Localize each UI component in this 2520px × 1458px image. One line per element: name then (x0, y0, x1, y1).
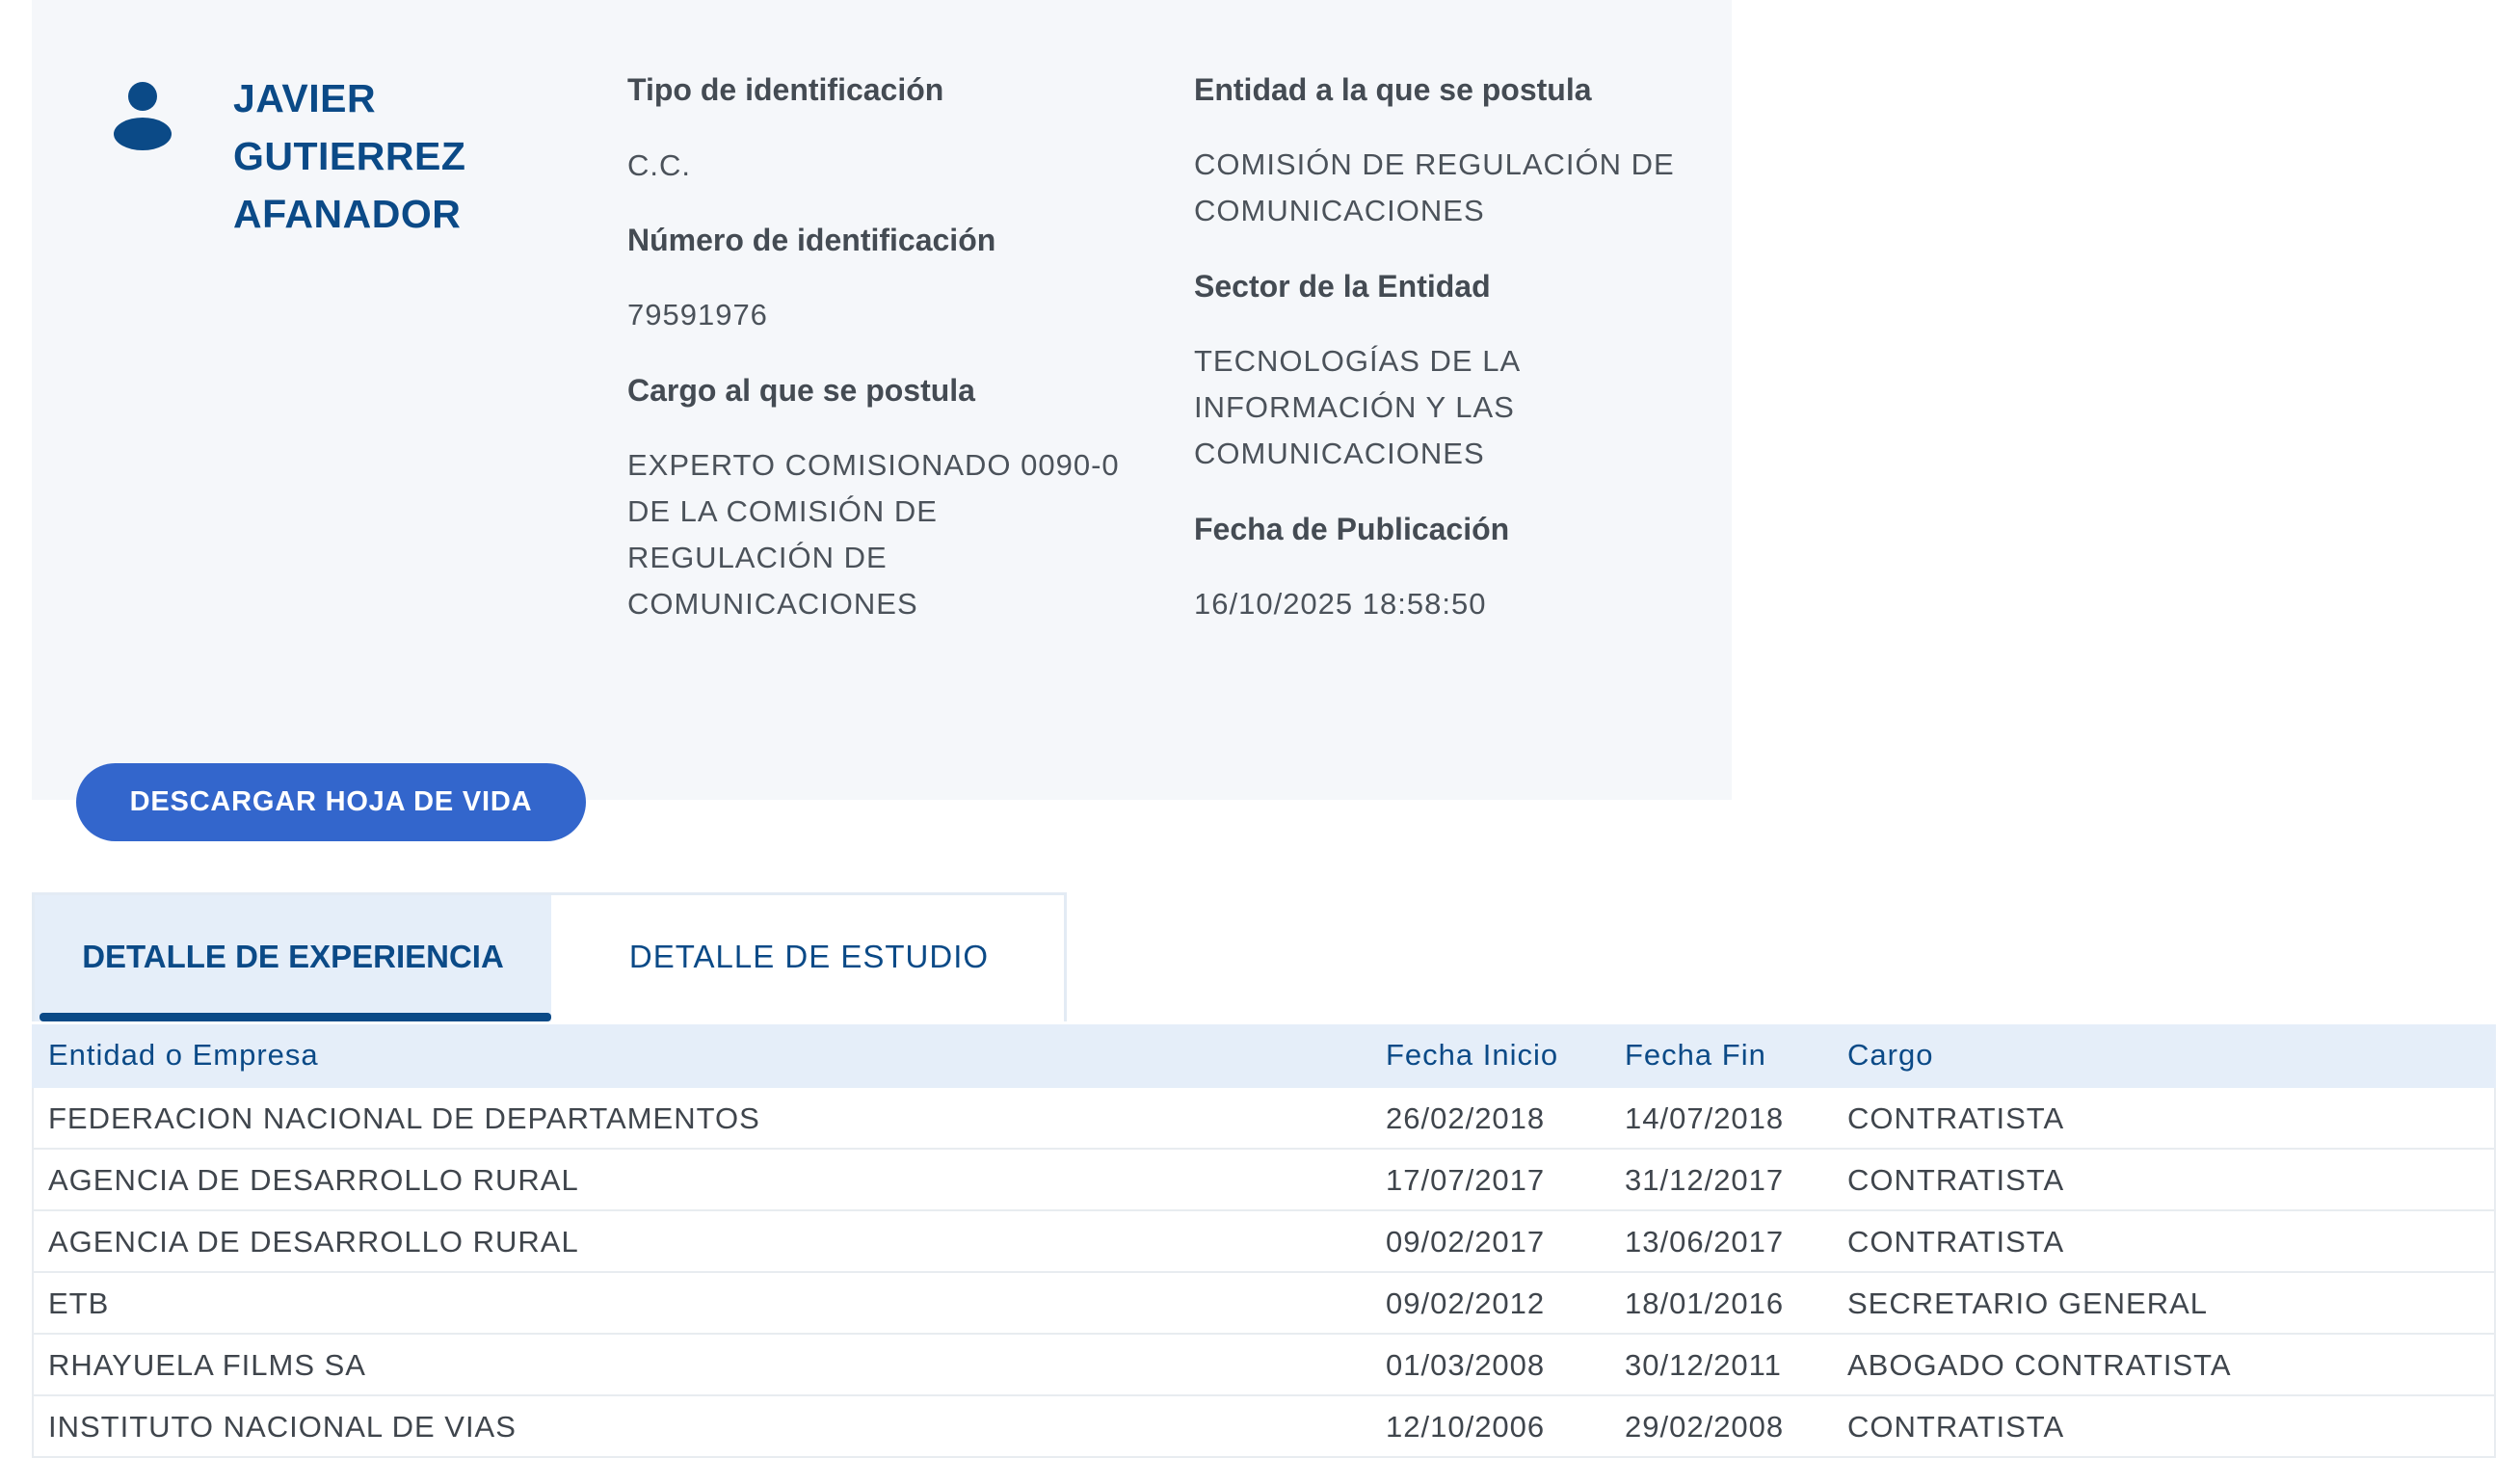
cell-entidad: INSTITUTO NACIONAL DE VIAS (48, 1410, 517, 1444)
table-row: AGENCIA DE DESARROLLO RURAL 17/07/2017 3… (32, 1150, 2496, 1211)
tipo-id-label: Tipo de identificación (627, 72, 944, 107)
name-line: AFANADOR (233, 192, 462, 236)
cell-fecha-inicio: 09/02/2012 (1386, 1286, 1546, 1320)
cell-entidad: AGENCIA DE DESARROLLO RURAL (48, 1225, 579, 1259)
fecha-pub-value: 16/10/2025 18:58:50 (1194, 587, 1487, 621)
sector-line: INFORMACIÓN Y LAS (1194, 390, 1515, 424)
numero-id-value: 79591976 (627, 298, 768, 331)
table-row: RHAYUELA FILMS SA 01/03/2008 30/12/2011 … (32, 1335, 2496, 1396)
cell-fecha-fin: 14/07/2018 (1625, 1101, 1785, 1135)
cargo-line: REGULACIÓN DE (627, 541, 888, 574)
candidate-card: JAVIER GUTIERREZ AFANADOR Tipo de identi… (32, 0, 1732, 800)
download-cv-button[interactable]: DESCARGAR HOJA DE VIDA (76, 763, 586, 841)
cell-cargo: CONTRATISTA (1847, 1410, 2065, 1444)
table-row: AGENCIA DE DESARROLLO RURAL 09/02/2017 1… (32, 1211, 2496, 1273)
entidad-line: COMUNICACIONES (1194, 194, 1485, 227)
cargo-label: Cargo al que se postula (627, 373, 975, 408)
header-cargo: Cargo (1847, 1038, 1934, 1072)
table-row: ETB 09/02/2012 18/01/2016 SECRETARIO GEN… (32, 1273, 2496, 1335)
cell-fecha-fin: 31/12/2017 (1625, 1163, 1785, 1197)
header-fecha-fin: Fecha Fin (1625, 1038, 1766, 1072)
fecha-pub-label: Fecha de Publicación (1194, 512, 1510, 546)
cell-entidad: FEDERACION NACIONAL DE DEPARTAMENTOS (48, 1101, 760, 1135)
cell-fecha-fin: 13/06/2017 (1625, 1225, 1785, 1259)
cell-fecha-inicio: 17/07/2017 (1386, 1163, 1546, 1197)
cell-fecha-inicio: 09/02/2017 (1386, 1225, 1546, 1259)
cell-entidad: AGENCIA DE DESARROLLO RURAL (48, 1163, 579, 1197)
entidad-value: COMISIÓN DE REGULACIÓN DE COMUNICACIONES (1194, 142, 1675, 234)
cell-entidad: RHAYUELA FILMS SA (48, 1348, 366, 1382)
detail-tabs: DETALLE DE EXPERIENCIA DETALLE DE ESTUDI… (32, 892, 1067, 1021)
numero-id-label: Número de identificación (627, 223, 996, 257)
person-icon (114, 82, 172, 150)
sector-line: TECNOLOGÍAS DE LA (1194, 344, 1522, 378)
cell-cargo: ABOGADO CONTRATISTA (1847, 1348, 2232, 1382)
cell-cargo: CONTRATISTA (1847, 1101, 2065, 1135)
table-row: INSTITUTO NACIONAL DE VIAS 12/10/2006 29… (32, 1396, 2496, 1458)
candidate-name: JAVIER GUTIERREZ AFANADOR (233, 69, 551, 243)
cell-cargo: CONTRATISTA (1847, 1163, 2065, 1197)
cell-entidad: ETB (48, 1286, 110, 1320)
sector-value: TECNOLOGÍAS DE LA INFORMACIÓN Y LAS COMU… (1194, 338, 1521, 477)
entidad-line: COMISIÓN DE REGULACIÓN DE (1194, 147, 1675, 181)
sector-line: COMUNICACIONES (1194, 437, 1485, 470)
entidad-label: Entidad a la que se postula (1194, 72, 1592, 107)
sector-label: Sector de la Entidad (1194, 269, 1491, 304)
table-header: Entidad o Empresa Fecha Inicio Fecha Fin… (32, 1024, 2496, 1088)
cargo-line: DE LA COMISIÓN DE (627, 494, 938, 528)
cell-fecha-inicio: 01/03/2008 (1386, 1348, 1546, 1382)
name-line: JAVIER (233, 76, 377, 120)
table-row: FEDERACION NACIONAL DE DEPARTAMENTOS 26/… (32, 1088, 2496, 1150)
tipo-id-value: C.C. (627, 148, 691, 182)
name-line: GUTIERREZ (233, 134, 466, 178)
cargo-value: EXPERTO COMISIONADO 0090-0 DE LA COMISIÓ… (627, 442, 1120, 627)
cell-fecha-fin: 29/02/2008 (1625, 1410, 1785, 1444)
cell-cargo: CONTRATISTA (1847, 1225, 2065, 1259)
cargo-line: EXPERTO COMISIONADO 0090-0 (627, 448, 1120, 482)
cell-fecha-fin: 30/12/2011 (1625, 1348, 1782, 1382)
header-entidad: Entidad o Empresa (48, 1038, 319, 1072)
cell-fecha-inicio: 12/10/2006 (1386, 1410, 1546, 1444)
header-fecha-inicio: Fecha Inicio (1386, 1038, 1559, 1072)
cell-fecha-inicio: 26/02/2018 (1386, 1101, 1546, 1135)
tab-estudio[interactable]: DETALLE DE ESTUDIO (551, 895, 1067, 1021)
cell-cargo: SECRETARIO GENERAL (1847, 1286, 2209, 1320)
cell-fecha-fin: 18/01/2016 (1625, 1286, 1785, 1320)
experience-table: Entidad o Empresa Fecha Inicio Fecha Fin… (32, 1024, 2496, 1458)
tab-experiencia[interactable]: DETALLE DE EXPERIENCIA (35, 895, 551, 1021)
cargo-line: COMUNICACIONES (627, 587, 918, 621)
